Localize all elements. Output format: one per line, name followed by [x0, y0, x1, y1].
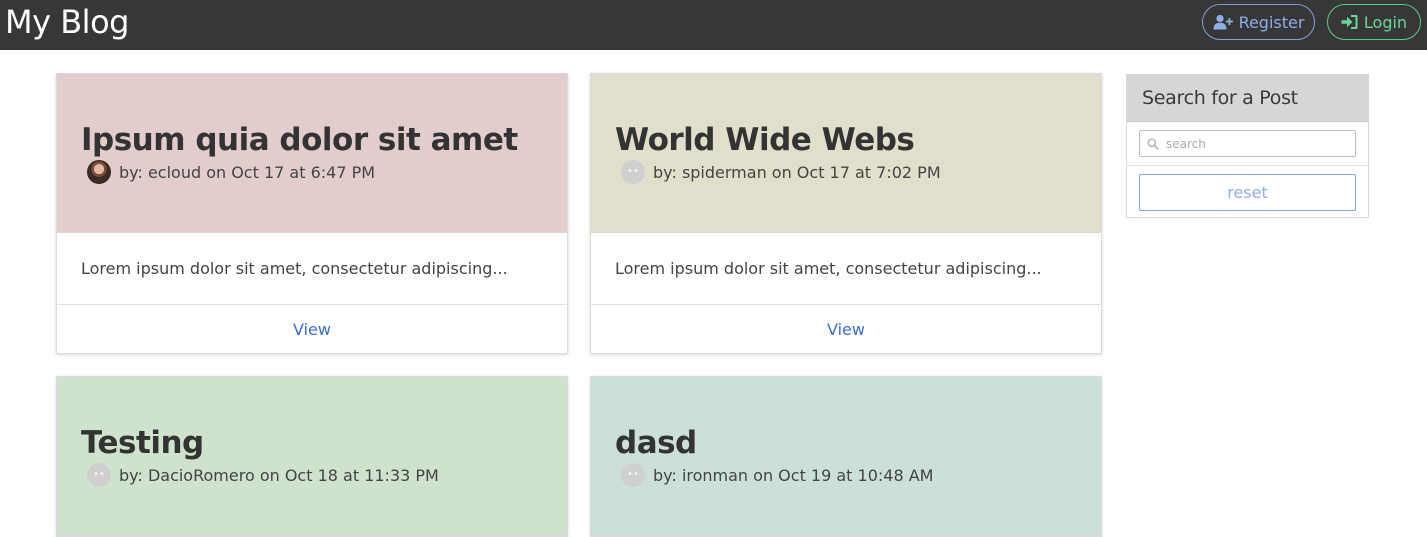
post-byline: by: ecloud on Oct 17 at 6:47 PM	[87, 160, 375, 184]
post-excerpt: Lorem ipsum dolor sit amet, consectetur …	[591, 233, 1101, 305]
reset-row: reset	[1127, 166, 1368, 219]
post-card: World Wide Webs •• by: spiderman on Oct …	[590, 73, 1102, 354]
reset-button[interactable]: reset	[1139, 174, 1356, 211]
byline-text: by: ecloud on Oct 17 at 6:47 PM	[119, 162, 376, 182]
post-card-header: Ipsum quia dolor sit amet by: ecloud on …	[57, 74, 567, 233]
post-byline: •• by: DacioRomero on Oct 18 at 11:33 PM	[87, 463, 439, 487]
post-byline: •• by: ironman on Oct 19 at 10:48 AM	[621, 463, 933, 487]
post-excerpt: Lorem ipsum dolor sit amet, consectetur …	[57, 233, 567, 305]
register-label: Register	[1238, 12, 1305, 32]
post-title: dasd	[615, 425, 697, 461]
search-input[interactable]	[1166, 134, 1350, 153]
sign-in-icon	[1341, 15, 1358, 29]
login-label: Login	[1363, 12, 1408, 32]
search-row	[1127, 122, 1368, 166]
byline-text: by: spiderman on Oct 17 at 7:02 PM	[653, 162, 941, 182]
post-footer: View	[591, 305, 1101, 353]
post-byline: •• by: spiderman on Oct 17 at 7:02 PM	[621, 160, 941, 184]
post-card: Testing •• by: DacioRomero on Oct 18 at …	[56, 376, 568, 537]
post-card: dasd •• by: ironman on Oct 19 at 10:48 A…	[590, 376, 1102, 537]
login-button[interactable]: Login	[1327, 4, 1421, 40]
search-heading: Search for a Post	[1127, 75, 1368, 122]
byline-text: by: ironman on Oct 19 at 10:48 AM	[653, 465, 934, 485]
view-link[interactable]: View	[293, 320, 331, 339]
avatar	[87, 160, 111, 184]
avatar: ••	[87, 463, 111, 487]
post-title: World Wide Webs	[615, 122, 915, 158]
navbar: My Blog Register Login	[0, 0, 1427, 50]
search-panel: Search for a Post reset	[1126, 74, 1369, 218]
brand-title[interactable]: My Blog	[5, 3, 129, 41]
post-footer: View	[57, 305, 567, 353]
view-link[interactable]: View	[827, 320, 865, 339]
register-button[interactable]: Register	[1202, 4, 1315, 40]
post-card-header: Testing •• by: DacioRomero on Oct 18 at …	[57, 377, 567, 536]
search-box	[1139, 130, 1356, 157]
user-plus-icon	[1213, 14, 1233, 30]
byline-text: by: DacioRomero on Oct 18 at 11:33 PM	[119, 465, 439, 485]
search-icon	[1147, 138, 1159, 150]
avatar: ••	[621, 160, 645, 184]
post-card-header: dasd •• by: ironman on Oct 19 at 10:48 A…	[591, 377, 1101, 536]
post-title: Testing	[81, 425, 204, 461]
post-card: Ipsum quia dolor sit amet by: ecloud on …	[56, 73, 568, 354]
avatar: ••	[621, 463, 645, 487]
post-title: Ipsum quia dolor sit amet	[81, 122, 518, 158]
post-card-header: World Wide Webs •• by: spiderman on Oct …	[591, 74, 1101, 233]
